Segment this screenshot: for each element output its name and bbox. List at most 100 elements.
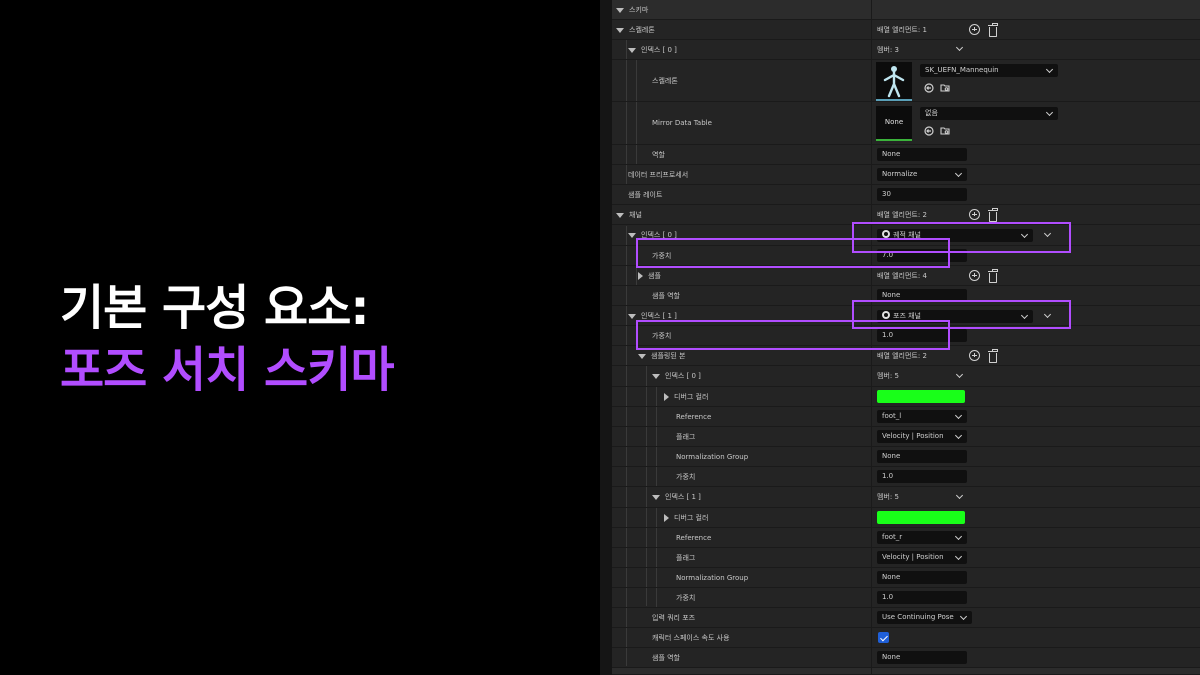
- mirror-table-label: Mirror Data Table: [652, 119, 712, 127]
- data-preprocessor-row: 데이터 프리프로세서 Normalize: [612, 165, 1200, 185]
- bone-1-weight-row: 가중치 1.0: [612, 588, 1200, 608]
- bone-1-weight-field[interactable]: 1.0: [877, 591, 967, 604]
- bone-0-norm-group-field[interactable]: None: [877, 450, 967, 463]
- add-element-icon[interactable]: [969, 24, 980, 35]
- expand-arrow-icon[interactable]: [664, 514, 669, 522]
- bone-0-weight-field[interactable]: 1.0: [877, 470, 967, 483]
- bone-1-debug-color-swatch[interactable]: [877, 511, 965, 524]
- bone-1-norm-group-row: Normalization Group None: [612, 568, 1200, 588]
- expand-arrow-icon[interactable]: [628, 313, 636, 319]
- expand-arrow-icon[interactable]: [652, 373, 660, 379]
- details-panel-body: 스키마 스켈레톤 배열 엘리먼트: 1 인덱스 [ 0 ] 멤버: 3 스켈레톤…: [612, 0, 1200, 675]
- bone-1-norm-group-field[interactable]: None: [877, 571, 967, 584]
- expand-arrow-icon[interactable]: [664, 393, 669, 401]
- chevron-down-icon: [954, 431, 963, 440]
- channel-index-1-label: 인덱스 [ 1 ]: [641, 312, 677, 320]
- chevron-down-icon: [954, 532, 963, 541]
- title-area: 기본 구성 요소: 포즈 서치 스키마: [0, 0, 600, 675]
- data-preprocessor-value: Normalize: [882, 170, 918, 178]
- section-header-schema[interactable]: 스키마: [612, 0, 1200, 20]
- bone-1-reference-dropdown[interactable]: foot_r: [877, 531, 967, 544]
- expand-arrow-icon[interactable]: [652, 494, 660, 500]
- bone-0-debug-color-swatch[interactable]: [877, 390, 965, 403]
- use-selected-icon[interactable]: [924, 83, 934, 93]
- role-field[interactable]: None: [877, 148, 967, 161]
- chevron-down-icon: [959, 612, 968, 621]
- add-element-icon[interactable]: [969, 350, 980, 361]
- delete-all-icon[interactable]: [987, 269, 998, 283]
- bone-1-reference-label: Reference: [676, 534, 712, 542]
- sample-role-2-field[interactable]: None: [877, 651, 967, 664]
- bone-0-norm-group-label: Normalization Group: [676, 453, 749, 461]
- expand-arrow-icon[interactable]: [638, 272, 643, 280]
- skeletons-row: 스켈레톤 배열 엘리먼트: 1: [612, 20, 1200, 40]
- skeleton-asset-value: SK_UEFN_Mannequin: [925, 66, 999, 74]
- bone-0-flags-label: 플래그: [676, 433, 696, 441]
- next-section-header: [612, 668, 1200, 675]
- bone-0-reference-dropdown[interactable]: foot_l: [877, 410, 967, 423]
- bone-0-reference-row: Reference foot_l: [612, 407, 1200, 427]
- mirror-table-dropdown[interactable]: 없음: [920, 107, 1058, 120]
- expand-arrow-icon[interactable]: [616, 27, 624, 33]
- expand-arrow-icon[interactable]: [628, 47, 636, 53]
- browse-folder-icon[interactable]: [940, 83, 950, 93]
- mirror-table-row: Mirror Data Table None 없음: [612, 102, 1200, 145]
- skeleton-asset-dropdown[interactable]: SK_UEFN_Mannequin: [920, 64, 1058, 77]
- data-preprocessor-dropdown[interactable]: Normalize: [877, 168, 967, 181]
- use-char-space-vel-checkbox[interactable]: [878, 632, 889, 643]
- chevron-down-icon[interactable]: [955, 43, 964, 52]
- delete-all-icon[interactable]: [987, 23, 998, 37]
- chevron-down-icon: [954, 552, 963, 561]
- chevron-down-icon[interactable]: [955, 491, 964, 500]
- title-line-1: 기본 구성 요소:: [60, 280, 370, 336]
- input-query-pose-dropdown[interactable]: Use Continuing Pose: [877, 611, 972, 624]
- channels-label: 채널: [629, 211, 642, 219]
- sample-role-label: 샘플 역할: [652, 292, 680, 300]
- input-query-pose-value: Use Continuing Pose: [882, 613, 954, 621]
- bone-1-index-label: 인덱스 [ 1 ]: [665, 493, 701, 501]
- mirror-table-value: 없음: [925, 109, 938, 117]
- browse-folder-icon[interactable]: [940, 126, 950, 136]
- skeleton-asset-row: 스켈레톤 SK_UEFN_Mannequin: [612, 60, 1200, 102]
- bone-0-weight-row: 가중치 1.0: [612, 467, 1200, 487]
- skeleton-thumbnail[interactable]: [876, 62, 912, 101]
- title-line-2: 포즈 서치 스키마: [60, 342, 395, 398]
- bone-0-flags-value: Velocity | Position: [882, 432, 944, 440]
- collapse-arrow-icon[interactable]: [616, 7, 624, 13]
- use-char-space-vel-row: 캐릭터 스페이스 속도 사용: [612, 628, 1200, 648]
- bone-0-index-label: 인덱스 [ 0 ]: [665, 372, 701, 380]
- bone-1-debug-color-row: 디버그 컬러: [612, 508, 1200, 528]
- bone-0-flags-row: 플래그 Velocity | Position: [612, 427, 1200, 447]
- sample-rate-label: 샘플 레이트: [628, 191, 663, 199]
- skeletons-array-count: 배열 엘리먼트: 1: [877, 26, 927, 34]
- samples-row: 샘플 배열 엘리먼트: 4: [612, 266, 1200, 286]
- use-selected-icon[interactable]: [924, 126, 934, 136]
- role-row: 역할 None: [612, 145, 1200, 165]
- delete-all-icon[interactable]: [987, 349, 998, 363]
- sample-role-2-row: 샘플 역할 None: [612, 648, 1200, 668]
- bone-0-reference-value: foot_l: [882, 412, 902, 420]
- add-element-icon[interactable]: [969, 209, 980, 220]
- highlight-pose-weight: [636, 320, 950, 350]
- use-char-space-vel-label: 캐릭터 스페이스 속도 사용: [652, 634, 730, 642]
- chevron-down-icon[interactable]: [955, 370, 964, 379]
- delete-all-icon[interactable]: [987, 208, 998, 222]
- expand-arrow-icon[interactable]: [628, 232, 636, 238]
- skeleton-index-0-row: 인덱스 [ 0 ] 멤버: 3: [612, 40, 1200, 60]
- chevron-down-icon: [954, 169, 963, 178]
- bone-1-flags-dropdown[interactable]: Velocity | Position: [877, 551, 967, 564]
- expand-arrow-icon[interactable]: [616, 212, 624, 218]
- chevron-down-icon: [954, 411, 963, 420]
- bone-0-members: 멤버: 5: [877, 372, 899, 380]
- bone-0-flags-dropdown[interactable]: Velocity | Position: [877, 430, 967, 443]
- add-element-icon[interactable]: [969, 270, 980, 281]
- sampled-bones-label: 샘플링된 본: [651, 352, 686, 360]
- mirror-table-thumbnail[interactable]: None: [876, 106, 912, 141]
- data-preprocessor-label: 데이터 프리프로세서: [628, 171, 689, 179]
- chevron-down-icon: [1045, 65, 1054, 74]
- expand-arrow-icon[interactable]: [638, 353, 646, 359]
- bone-1-weight-label: 가중치: [676, 594, 696, 602]
- role-label: 역할: [652, 151, 665, 159]
- sample-rate-field[interactable]: 30: [877, 188, 967, 201]
- bone-1-debug-color-label: 디버그 컬러: [674, 514, 709, 522]
